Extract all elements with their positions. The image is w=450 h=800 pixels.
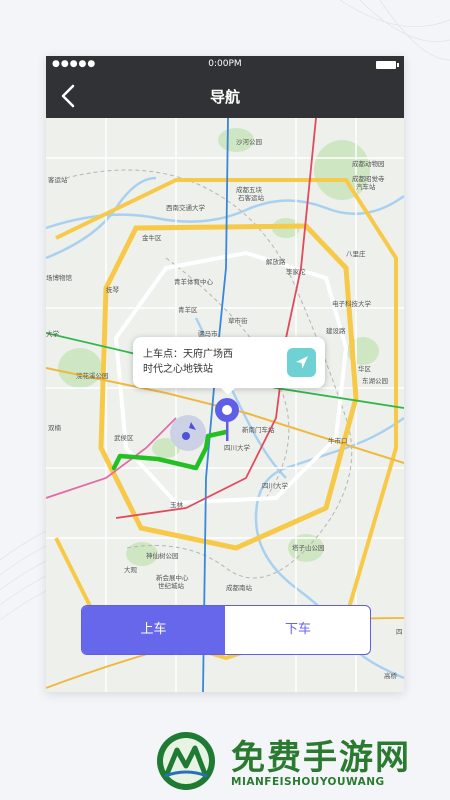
- map-label: 汽车站: [356, 182, 376, 191]
- map-label: 世纪城站: [158, 581, 185, 590]
- navigation-bar: 导航: [46, 74, 404, 118]
- brand-logo-icon: [157, 732, 215, 790]
- map-label: 四川大学: [224, 443, 251, 452]
- map-label: 抚琴: [106, 285, 120, 294]
- current-location-dot: [182, 432, 190, 440]
- map-label: 石客运站: [238, 193, 265, 202]
- map-label: 电子科技大学: [332, 299, 372, 308]
- map-label: 华区: [358, 364, 372, 373]
- map-label: 四: [396, 628, 403, 636]
- status-bar: ●●●●● 0:00PM: [46, 56, 404, 74]
- map-label: 青羊区: [178, 305, 198, 314]
- map-label: 神仙树公园: [146, 551, 179, 560]
- map-label: 成都动物园: [352, 159, 385, 168]
- battery-icon: [376, 61, 399, 69]
- pickup-line-1: 上车点：天府广场西: [143, 349, 233, 360]
- navigate-arrow-icon: [296, 356, 308, 369]
- status-time: 0:00PM: [208, 59, 242, 69]
- map-label: 场博物馆: [46, 273, 73, 282]
- map-label: 大观: [124, 565, 138, 574]
- map-label: 武侯区: [114, 433, 134, 442]
- map-label: 牛市口: [328, 436, 348, 445]
- map-label: 高桥: [384, 671, 398, 680]
- map-label: 玉林: [170, 500, 184, 509]
- map-label: 建设路: [326, 326, 346, 335]
- map-label: 成都五块: [236, 185, 263, 194]
- navigate-button[interactable]: [287, 348, 316, 377]
- map-label: 塔子山公园: [292, 543, 325, 552]
- map-label: 草市街: [228, 316, 248, 325]
- brand-name: 免费手游网: [231, 738, 411, 778]
- pickup-tab[interactable]: 上车: [82, 606, 225, 654]
- map-label: 成都昭觉寺: [352, 174, 385, 183]
- pickup-line-2: 时代之心地铁站: [143, 364, 213, 375]
- map-label: 新会展中心: [156, 573, 189, 582]
- map-label: 八里庄: [346, 249, 366, 258]
- watermark-brand: 免费手游网 MIANFEISHOUYOUWANG: [155, 730, 435, 790]
- map-label: 东湖公园: [362, 376, 388, 385]
- pickup-dropoff-toggle[interactable]: 上车 下车: [81, 605, 371, 655]
- map-label: 西南交通大学: [166, 203, 206, 212]
- map-label: 四川大学: [262, 481, 289, 490]
- map-label: 沙河公园: [236, 138, 262, 146]
- page-title: 导航: [209, 88, 240, 106]
- map-label: 新南门车站: [242, 425, 275, 434]
- map-label: 客运站: [48, 175, 68, 184]
- map-label: 大学: [46, 329, 60, 338]
- map-label: 李家沱: [286, 267, 306, 276]
- phone-screen: ●●●●● 0:00PM 导航 沙河公园 成都动物园 成都昭觉寺 汽车站 成都五…: [46, 56, 404, 692]
- brand-pinyin: MIANFEISHOUYOUWANG: [231, 776, 385, 788]
- map-label: 成都南站: [226, 583, 253, 592]
- map-label: 浣花溪公园: [76, 371, 109, 380]
- dropoff-tab[interactable]: 下车: [226, 606, 370, 654]
- map-label: 双楠: [48, 423, 62, 432]
- pickup-info-card[interactable]: 上车点：天府广场西 时代之心地铁站: [133, 337, 325, 395]
- pickup-info-text: 上车点：天府广场西 时代之心地铁站: [143, 347, 273, 377]
- map-label: 解放路: [266, 257, 286, 266]
- map-label: 青羊体育中心: [174, 277, 214, 286]
